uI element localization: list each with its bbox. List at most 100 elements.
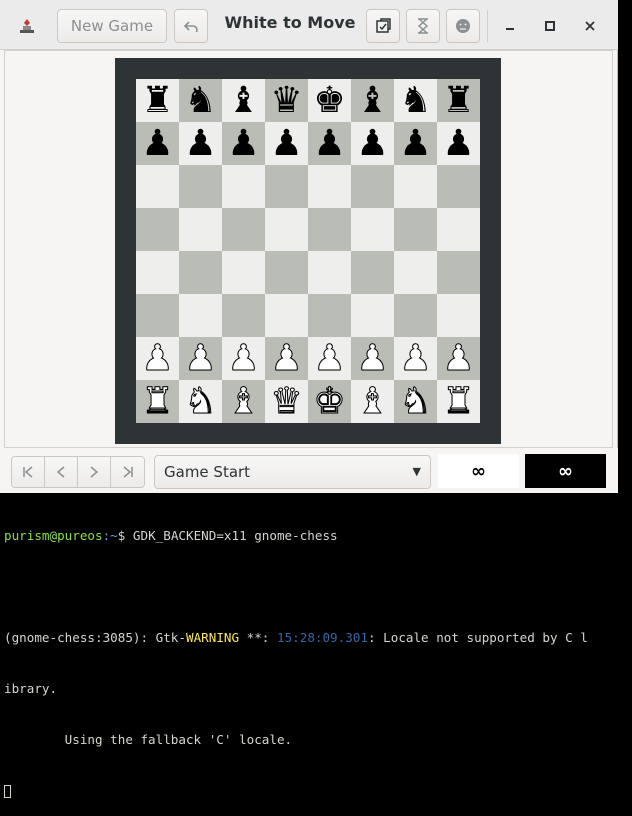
chess-piece[interactable]: ♟ — [270, 122, 302, 165]
maximize-button[interactable] — [536, 12, 564, 40]
square-f8[interactable]: ♝ — [351, 79, 394, 122]
terminal[interactable]: purism@pureos:~$ GDK_BACKEND=x11 gnome-c… — [0, 493, 632, 798]
square-c1[interactable]: ♝ — [222, 380, 265, 423]
chess-piece[interactable]: ♜ — [442, 79, 474, 122]
chess-piece[interactable]: ♞ — [399, 380, 432, 423]
history-combo[interactable]: Game Start ▼ — [154, 455, 431, 489]
square-c3[interactable] — [222, 294, 265, 337]
save-button[interactable] — [366, 9, 400, 43]
square-f4[interactable] — [351, 251, 394, 294]
undo-button[interactable] — [174, 9, 208, 43]
square-d1[interactable]: ♛ — [265, 380, 308, 423]
next-move-button[interactable] — [78, 457, 111, 487]
square-c7[interactable]: ♟ — [222, 122, 265, 165]
square-a4[interactable] — [136, 251, 179, 294]
square-c2[interactable]: ♟ — [222, 337, 265, 380]
square-e8[interactable]: ♚ — [308, 79, 351, 122]
chess-piece[interactable]: ♚ — [313, 79, 345, 122]
chess-piece[interactable]: ♟ — [442, 337, 475, 380]
square-b5[interactable] — [179, 208, 222, 251]
chess-piece[interactable]: ♜ — [141, 79, 173, 122]
chess-piece[interactable]: ♟ — [442, 122, 474, 165]
square-g7[interactable]: ♟ — [394, 122, 437, 165]
square-h2[interactable]: ♟ — [437, 337, 480, 380]
square-h4[interactable] — [437, 251, 480, 294]
square-e5[interactable] — [308, 208, 351, 251]
square-h8[interactable]: ♜ — [437, 79, 480, 122]
square-f6[interactable] — [351, 165, 394, 208]
square-a6[interactable] — [136, 165, 179, 208]
square-c8[interactable]: ♝ — [222, 79, 265, 122]
square-b8[interactable]: ♞ — [179, 79, 222, 122]
square-b7[interactable]: ♟ — [179, 122, 222, 165]
square-g1[interactable]: ♞ — [394, 380, 437, 423]
minimize-button[interactable] — [496, 12, 524, 40]
first-move-button[interactable] — [12, 457, 45, 487]
last-move-button[interactable] — [111, 457, 144, 487]
chess-piece[interactable]: ♝ — [356, 79, 388, 122]
square-e7[interactable]: ♟ — [308, 122, 351, 165]
square-b4[interactable] — [179, 251, 222, 294]
chess-piece[interactable]: ♟ — [356, 122, 388, 165]
chess-piece[interactable]: ♝ — [227, 79, 259, 122]
square-a7[interactable]: ♟ — [136, 122, 179, 165]
square-a2[interactable]: ♟ — [136, 337, 179, 380]
square-a3[interactable] — [136, 294, 179, 337]
chess-piece[interactable]: ♟ — [313, 337, 346, 380]
chess-piece[interactable]: ♟ — [184, 337, 217, 380]
square-d4[interactable] — [265, 251, 308, 294]
close-button[interactable] — [576, 12, 604, 40]
square-d3[interactable] — [265, 294, 308, 337]
chess-board[interactable]: ♜ ♞ ♝ ♛ ♚ ♝ ♞ ♜ ♟ ♟ ♟ ♟ ♟ ♟ ♟ ♟ ♟ ♟ ♟ ♟ ♟ ♟ ♟ ♟ ♜ ♞ ♝ ♛ ♚ ♝ ♞ ♜ — [136, 79, 480, 423]
square-g6[interactable] — [394, 165, 437, 208]
square-f3[interactable] — [351, 294, 394, 337]
square-f1[interactable]: ♝ — [351, 380, 394, 423]
square-d2[interactable]: ♟ — [265, 337, 308, 380]
square-e6[interactable] — [308, 165, 351, 208]
chess-piece[interactable]: ♟ — [184, 122, 216, 165]
square-e2[interactable]: ♟ — [308, 337, 351, 380]
chess-piece[interactable]: ♟ — [356, 337, 389, 380]
square-h6[interactable] — [437, 165, 480, 208]
square-a8[interactable]: ♜ — [136, 79, 179, 122]
chess-piece[interactable]: ♟ — [399, 122, 431, 165]
square-e4[interactable] — [308, 251, 351, 294]
chess-piece[interactable]: ♛ — [270, 380, 303, 423]
square-f2[interactable]: ♟ — [351, 337, 394, 380]
chess-piece[interactable]: ♟ — [141, 337, 174, 380]
chess-piece[interactable]: ♟ — [141, 122, 173, 165]
chess-piece[interactable]: ♟ — [399, 337, 432, 380]
resign-button[interactable] — [446, 9, 480, 43]
chess-piece[interactable]: ♟ — [270, 337, 303, 380]
chess-piece[interactable]: ♞ — [184, 79, 216, 122]
square-b3[interactable] — [179, 294, 222, 337]
square-e3[interactable] — [308, 294, 351, 337]
square-a1[interactable]: ♜ — [136, 380, 179, 423]
square-c4[interactable] — [222, 251, 265, 294]
square-b6[interactable] — [179, 165, 222, 208]
square-d7[interactable]: ♟ — [265, 122, 308, 165]
chess-piece[interactable]: ♟ — [227, 337, 260, 380]
chess-piece[interactable]: ♞ — [184, 380, 217, 423]
chess-piece[interactable]: ♛ — [270, 79, 302, 122]
square-f7[interactable]: ♟ — [351, 122, 394, 165]
square-d8[interactable]: ♛ — [265, 79, 308, 122]
square-d6[interactable] — [265, 165, 308, 208]
chess-piece[interactable]: ♞ — [399, 79, 431, 122]
square-h1[interactable]: ♜ — [437, 380, 480, 423]
square-g8[interactable]: ♞ — [394, 79, 437, 122]
square-b2[interactable]: ♟ — [179, 337, 222, 380]
square-e1[interactable]: ♚ — [308, 380, 351, 423]
square-g5[interactable] — [394, 208, 437, 251]
square-g3[interactable] — [394, 294, 437, 337]
square-h3[interactable] — [437, 294, 480, 337]
square-a5[interactable] — [136, 208, 179, 251]
square-c5[interactable] — [222, 208, 265, 251]
square-g4[interactable] — [394, 251, 437, 294]
square-d5[interactable] — [265, 208, 308, 251]
square-b1[interactable]: ♞ — [179, 380, 222, 423]
square-g2[interactable]: ♟ — [394, 337, 437, 380]
chess-piece[interactable]: ♝ — [227, 380, 260, 423]
chess-piece[interactable]: ♜ — [141, 380, 174, 423]
chess-piece[interactable]: ♟ — [313, 122, 345, 165]
